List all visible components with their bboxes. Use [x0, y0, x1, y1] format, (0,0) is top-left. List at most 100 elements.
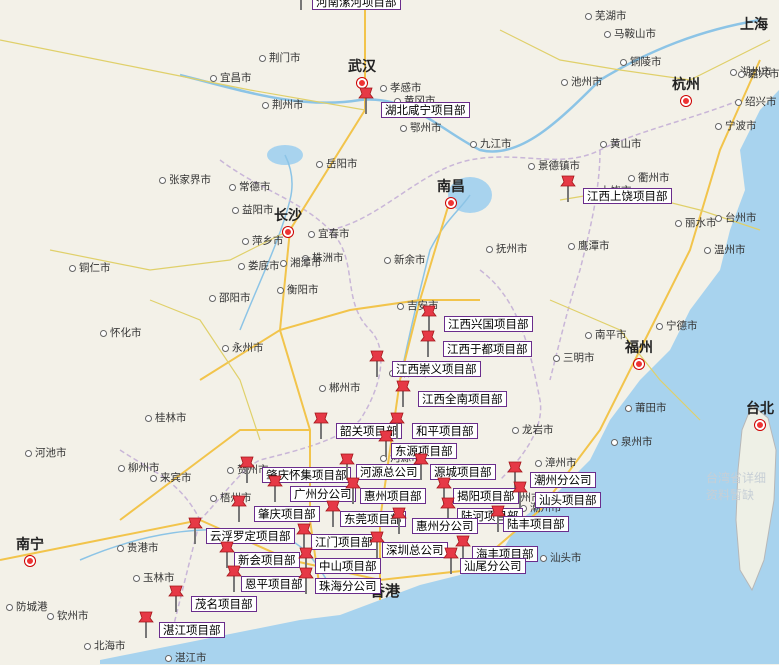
marker-label[interactable]: 陆丰项目部	[503, 516, 569, 532]
city-label[interactable]: 鄂州市	[400, 120, 442, 135]
map-pin-icon[interactable]	[511, 480, 529, 508]
city-label[interactable]: 黄山市	[600, 136, 642, 151]
city-label[interactable]: 钦州市	[47, 608, 89, 623]
marker-label[interactable]: 汕尾分公司	[460, 558, 526, 574]
city-label[interactable]: 常德市	[229, 179, 271, 194]
city-label[interactable]: 萍乡市	[242, 233, 284, 248]
city-label[interactable]: 郴州市	[319, 380, 361, 395]
map-pin-icon[interactable]	[368, 349, 386, 377]
city-label[interactable]: 张家界市	[159, 172, 211, 187]
city-label[interactable]: 丽水市	[675, 215, 717, 230]
city-label[interactable]: 新余市	[384, 252, 426, 267]
marker-label[interactable]: 江西于都项目部	[443, 341, 532, 357]
map-pin-icon[interactable]	[137, 610, 155, 638]
city-label[interactable]: 防城港	[6, 599, 48, 614]
marker-label[interactable]: 汕头项目部	[535, 492, 601, 508]
city-label[interactable]: 汕头市	[540, 550, 582, 565]
marker-label[interactable]: 茂名项目部	[191, 596, 257, 612]
map-pin-icon[interactable]	[312, 411, 330, 439]
capital-nanchang[interactable]: 南昌	[437, 176, 465, 208]
city-label[interactable]: 湘潭市	[280, 255, 322, 270]
map-pin-icon[interactable]	[238, 455, 256, 483]
marker-label[interactable]: 江西上饶项目部	[583, 188, 672, 204]
city-label[interactable]: 娄底市	[238, 258, 280, 273]
capital-shanghai[interactable]: 上海	[740, 14, 768, 34]
capital-nanning[interactable]: 南宁	[16, 534, 44, 566]
city-label[interactable]: 岳阳市	[316, 156, 358, 171]
city-label[interactable]: 贵港市	[117, 540, 159, 555]
marker-label[interactable]: 惠州项目部	[360, 488, 426, 504]
marker-label[interactable]: 揭阳项目部	[453, 488, 519, 504]
city-label[interactable]: 抚州市	[486, 241, 528, 256]
map-pin-icon[interactable]	[420, 304, 438, 332]
city-label[interactable]: 马鞍山市	[604, 26, 656, 41]
capital-taipei[interactable]: 台北	[746, 398, 774, 430]
city-label[interactable]: 景德镇市	[528, 158, 580, 173]
marker-label[interactable]: 惠州分公司	[412, 518, 478, 534]
city-label[interactable]: 衡阳市	[277, 282, 319, 297]
map-pin-icon[interactable]	[230, 494, 248, 522]
city-label[interactable]: 玉林市	[133, 570, 175, 585]
city-label[interactable]: 衢州市	[628, 170, 670, 185]
city-label[interactable]: 荆门市	[259, 50, 301, 65]
city-label[interactable]: 台州市	[715, 210, 757, 225]
map-pin-icon[interactable]	[559, 174, 577, 202]
marker-label[interactable]: 中山项目部	[315, 558, 381, 574]
map-pin-icon[interactable]	[419, 329, 437, 357]
capital-hangzhou[interactable]: 杭州	[672, 74, 700, 106]
city-label[interactable]: 来宾市	[150, 470, 192, 485]
city-label[interactable]: 绍兴市	[735, 94, 777, 109]
marker-label[interactable]: 江门项目部	[311, 534, 377, 550]
marker-label[interactable]: 和平项目部	[412, 423, 478, 439]
marker-label[interactable]: 深圳总公司	[382, 542, 448, 558]
map-pin-icon[interactable]	[394, 379, 412, 407]
marker-label[interactable]: 肇庆项目部	[254, 506, 320, 522]
map-pin-icon[interactable]	[357, 86, 375, 114]
city-label[interactable]: 益阳市	[232, 202, 274, 217]
city-label[interactable]: 泉州市	[611, 434, 653, 449]
city-label[interactable]: 怀化市	[100, 325, 142, 340]
city-label[interactable]: 铜仁市	[69, 260, 111, 275]
city-label[interactable]: 温州市	[704, 242, 746, 257]
city-label[interactable]: 湛江市	[165, 650, 207, 665]
city-label[interactable]: 桂林市	[145, 410, 187, 425]
city-label[interactable]: 河池市	[25, 445, 67, 460]
capital-wuhan[interactable]: 武汉	[348, 56, 376, 88]
city-label[interactable]: 池州市	[561, 74, 603, 89]
map-pin-icon[interactable]	[167, 584, 185, 612]
map-pin-icon[interactable]	[442, 546, 460, 574]
map-pin-icon[interactable]	[297, 566, 315, 594]
marker-label[interactable]: 江西全南项目部	[418, 391, 507, 407]
marker-label[interactable]: 新会项目部	[234, 552, 300, 568]
city-label[interactable]: 龙岩市	[512, 422, 554, 437]
map-pin-icon[interactable]	[292, 0, 310, 10]
marker-label[interactable]: 河南漯河项目部	[312, 0, 401, 10]
city-label[interactable]: 宁波市	[715, 118, 757, 133]
city-label[interactable]: 永州市	[222, 340, 264, 355]
city-label[interactable]: 漳州市	[535, 455, 577, 470]
city-label[interactable]: 芜湖市	[585, 8, 627, 23]
marker-label[interactable]: 江西崇义项目部	[392, 361, 481, 377]
city-label[interactable]: 九江市	[470, 136, 512, 151]
city-label[interactable]: 三明市	[553, 350, 595, 365]
city-label[interactable]: 嘉兴市	[738, 66, 779, 81]
marker-label[interactable]: 湛江项目部	[159, 622, 225, 638]
map-pin-icon[interactable]	[266, 474, 284, 502]
map-pin-icon[interactable]	[412, 452, 430, 480]
city-label[interactable]: 铜陵市	[620, 54, 662, 69]
city-label[interactable]: 邵阳市	[209, 290, 251, 305]
city-label[interactable]: 莆田市	[625, 400, 667, 415]
capital-fuzhou[interactable]: 福州	[625, 337, 653, 369]
city-label[interactable]: 荆州市	[262, 97, 304, 112]
city-label[interactable]: 宜昌市	[210, 70, 252, 85]
map-pin-icon[interactable]	[390, 506, 408, 534]
marker-label[interactable]: 珠海分公司	[315, 578, 381, 594]
city-label[interactable]: 南平市	[585, 327, 627, 342]
marker-label[interactable]: 江西兴国项目部	[444, 316, 533, 332]
city-label[interactable]: 北海市	[84, 638, 126, 653]
city-label[interactable]: 宜春市	[308, 226, 350, 241]
map-pin-icon[interactable]	[186, 516, 204, 544]
marker-label[interactable]: 潮州分公司	[530, 472, 596, 488]
marker-label[interactable]: 湖北咸宁项目部	[381, 102, 470, 118]
city-label[interactable]: 宁德市	[656, 318, 698, 333]
